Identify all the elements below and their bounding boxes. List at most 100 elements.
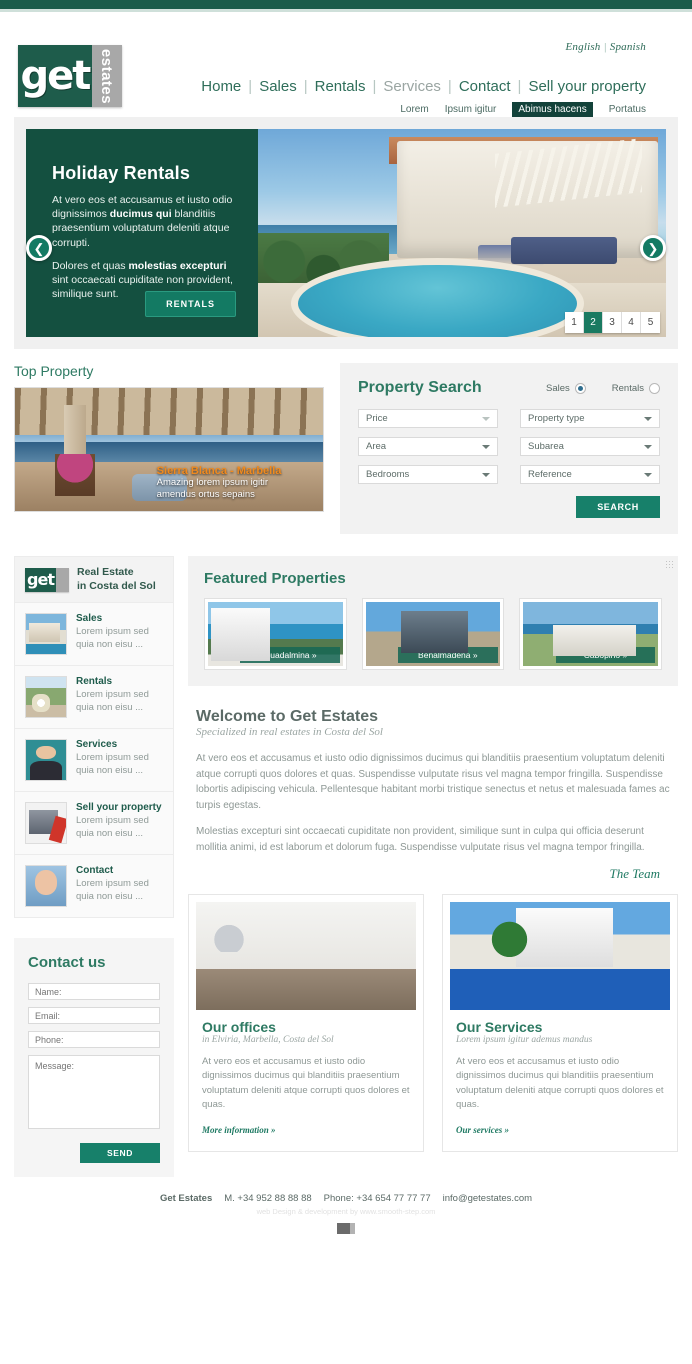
footer-contact-line: Get Estates M. +34 952 88 88 88 Phone: +34…: [0, 1193, 692, 1204]
subnav-lorem[interactable]: Lorem: [400, 104, 428, 115]
sidebar-item-label: Sell your property: [76, 802, 162, 814]
featured-property-label[interactable]: Cabopino »: [555, 647, 656, 663]
top-property-image[interactable]: Sierra Blanca - Marbella Amazing lorem i…: [14, 387, 324, 512]
sidebar-item-services[interactable]: Services Lorem ipsum sed quia non eisu .…: [15, 729, 173, 793]
featured-property-image: Guadalmina »: [208, 602, 343, 666]
sidebar-logo-get: get: [25, 567, 56, 592]
nav-divider: |: [303, 78, 308, 95]
sidebar-item-label: Sales: [76, 613, 103, 625]
sidebar-item-contact[interactable]: Contact Lorem ipsum sed quia non eisu ..…: [15, 855, 173, 917]
hero-paragraph-1: At vero eos et accusamus et iusto odio d…: [52, 193, 236, 250]
send-button[interactable]: SEND: [80, 1143, 160, 1164]
services-thumbnail-icon: [25, 739, 67, 782]
select-bedrooms-label: Bedrooms: [366, 469, 410, 480]
hero-slide: Holiday Rentals At vero eos et accusamus…: [26, 129, 666, 337]
slider-pagination: 1 2 3 4 5: [565, 312, 660, 333]
logo-get-block: get: [18, 45, 92, 107]
search-button[interactable]: SEARCH: [576, 496, 660, 518]
property-search-panel: Property Search Sales Rentals Price Prop…: [340, 363, 678, 534]
slider-page-3[interactable]: 3: [603, 312, 622, 333]
slider-page-1[interactable]: 1: [565, 312, 584, 333]
nav-services[interactable]: Services: [383, 78, 441, 95]
site-logo[interactable]: get estates: [18, 45, 122, 107]
secondary-navigation: Lorem Ipsum igitur Abimus hacens Portatus: [384, 102, 646, 117]
hero-rentals-button[interactable]: RENTALS: [145, 291, 236, 317]
top-property-caption: Sierra Blanca - Marbella Amazing lorem i…: [157, 465, 305, 501]
subnav-abimus-hacens[interactable]: Abimus hacens: [512, 102, 593, 117]
slider-page-2[interactable]: 2: [584, 312, 603, 333]
footer-email[interactable]: info@getestates.com: [443, 1193, 532, 1204]
email-field[interactable]: [28, 1007, 160, 1025]
nav-sales[interactable]: Sales: [259, 78, 297, 95]
chevron-right-icon[interactable]: ❯: [640, 235, 666, 261]
select-bedrooms[interactable]: Bedrooms: [358, 465, 498, 484]
featured-property-card[interactable]: Cabopino »: [519, 598, 663, 670]
select-reference[interactable]: Reference: [520, 465, 660, 484]
select-subarea[interactable]: Subarea: [520, 437, 660, 456]
chevron-down-icon: [482, 444, 490, 449]
our-services-image: [450, 902, 670, 1010]
slider-page-5[interactable]: 5: [641, 312, 660, 333]
sidebar-item-desc: Lorem ipsum sed quia non eisu ...: [76, 752, 149, 777]
top-property-title: Top Property: [14, 363, 94, 379]
sidebar: get Real Estate in Costa del Sol Sales L…: [14, 556, 174, 1178]
hero-slider: Holiday Rentals At vero eos et accusamus…: [14, 117, 678, 349]
featured-property-label[interactable]: Benalmádena »: [397, 647, 498, 663]
our-services-link[interactable]: Our services »: [456, 1125, 509, 1135]
sidebar-item-text: Sell your property Lorem ipsum sed quia …: [76, 802, 163, 844]
nav-sell-your-property[interactable]: Sell your property: [528, 78, 646, 95]
select-price[interactable]: Price: [358, 409, 498, 428]
select-area-label: Area: [366, 441, 387, 452]
nav-home[interactable]: Home: [201, 78, 241, 95]
resize-grip-icon[interactable]: [665, 560, 674, 569]
sidebar-item-sell-your-property[interactable]: Sell your property Lorem ipsum sed quia …: [15, 792, 173, 856]
our-services-title: Our Services: [456, 1019, 543, 1035]
featured-property-image: Cabopino »: [523, 602, 659, 666]
our-services-body: Our Services Lorem ipsum igitur ademus m…: [450, 1010, 670, 1144]
phone-field[interactable]: [28, 1031, 160, 1049]
welcome-paragraph-2: Molestias excepturi sint occaecati cupid…: [196, 826, 645, 853]
radio-rentals-dot[interactable]: [649, 382, 660, 394]
message-field[interactable]: [28, 1055, 160, 1130]
sidebar-item-label: Services: [76, 739, 118, 751]
top-property-section: Top Property Sierra Blanca - Marbella Am…: [14, 363, 324, 534]
footer-mobile: M. +34 952 88 88 88: [224, 1193, 312, 1205]
subnav-portatus[interactable]: Portatus: [609, 104, 646, 115]
radio-sales[interactable]: Sales: [546, 382, 586, 394]
select-area[interactable]: Area: [358, 437, 498, 456]
featured-property-card[interactable]: Benalmádena »: [361, 598, 505, 670]
radio-sales-dot[interactable]: [574, 382, 586, 394]
sidebar-item-rentals[interactable]: Rentals Lorem ipsum sed quia non eisu ..…: [15, 666, 173, 730]
chevron-down-icon: [644, 416, 652, 421]
sidebar-item-desc: Lorem ipsum sed quia non eisu ...: [76, 878, 149, 903]
our-offices-image: [196, 902, 416, 1010]
name-field[interactable]: [28, 983, 160, 1001]
nav-contact[interactable]: Contact: [459, 78, 511, 95]
main-navigation: Home | Sales | Rentals | Services | Contact | Sell…: [201, 78, 646, 95]
select-property-type[interactable]: Property type: [520, 409, 660, 428]
sidebar-item-sales[interactable]: Sales Lorem ipsum sed quia non eisu ...: [15, 603, 173, 667]
featured-property-label[interactable]: Guadalmina »: [240, 647, 340, 663]
sidebar-header-text: Real Estate in Costa del Sol: [77, 566, 156, 593]
featured-property-card[interactable]: Guadalmina »: [204, 598, 347, 670]
chevron-down-icon: [482, 416, 490, 421]
our-services-text: At vero eos et accusamus et iusto odio d…: [456, 1056, 664, 1110]
subnav-ipsum-igitur[interactable]: Ipsum igitur: [445, 104, 497, 115]
select-subarea-label: Subarea: [528, 441, 564, 452]
nav-divider: |: [248, 78, 253, 95]
site-footer: Get Estates M. +34 952 88 88 88 Phone: +34…: [0, 1177, 692, 1244]
rentals-thumbnail-icon: [25, 676, 67, 719]
nav-rentals[interactable]: Rentals: [315, 78, 366, 95]
lang-spanish[interactable]: Spanish: [610, 41, 646, 53]
select-reference-label: Reference: [528, 469, 572, 480]
select-property-type-label: Property type: [528, 413, 585, 424]
our-services-subtitle: Lorem ipsum igitur ademus mandus: [456, 1035, 593, 1045]
our-offices-body: Our offices in Elviria, Marbella, Costa …: [196, 1010, 416, 1144]
featured-properties-title: Featured Properties: [204, 570, 346, 587]
chevron-left-icon[interactable]: ❮: [26, 235, 52, 261]
footer-credit[interactable]: web Design & development by www.smooth-s…: [0, 1207, 692, 1216]
slider-page-4[interactable]: 4: [622, 312, 641, 333]
radio-rentals[interactable]: Rentals: [612, 382, 660, 394]
lang-english[interactable]: English: [566, 41, 601, 53]
more-information-link[interactable]: More information »: [202, 1125, 276, 1135]
